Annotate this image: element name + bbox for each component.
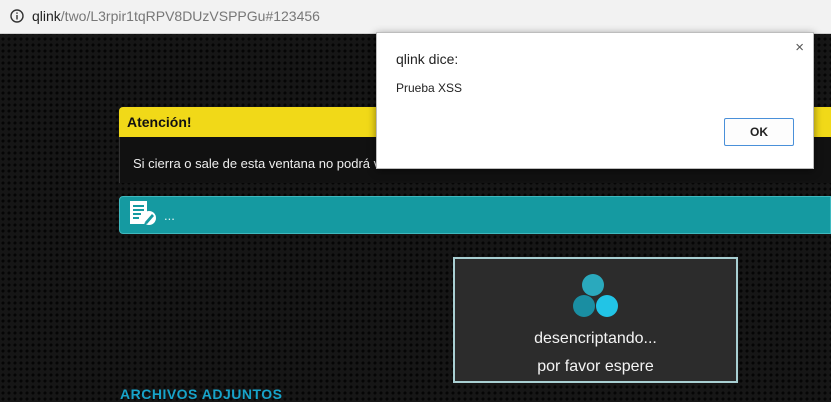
- attention-title: Atención!: [127, 114, 192, 130]
- document-edit-icon: [130, 201, 156, 225]
- message-bar: ...: [119, 196, 831, 234]
- url-path: /two/L3rpir1tqRPV8DUzVSPPGu#123456: [60, 8, 320, 24]
- url-text[interactable]: qlink/two/L3rpir1tqRPV8DUzVSPPGu#123456: [32, 8, 320, 24]
- please-wait-text: por favor espere: [537, 358, 654, 375]
- message-bar-text: ...: [164, 208, 175, 223]
- bubbles-loader-icon: [573, 274, 618, 317]
- alert-dialog: qlink dice: × Prueba XSS OK: [376, 32, 814, 169]
- ok-button[interactable]: OK: [724, 118, 794, 146]
- url-host: qlink: [32, 8, 61, 24]
- decrypting-panel: desencriptando... por favor espere: [453, 257, 738, 383]
- close-icon[interactable]: ×: [795, 39, 804, 56]
- info-icon[interactable]: [10, 9, 24, 23]
- address-bar[interactable]: qlink/two/L3rpir1tqRPV8DUzVSPPGu#123456: [0, 0, 831, 34]
- attention-message: Si cierra o sale de esta ventana no podr…: [133, 156, 391, 171]
- decrypting-text: desencriptando...: [534, 330, 657, 347]
- attachments-heading: ARCHIVOS ADJUNTOS: [120, 386, 283, 402]
- dialog-title: qlink dice:: [396, 51, 459, 67]
- dialog-message: Prueba XSS: [396, 81, 463, 95]
